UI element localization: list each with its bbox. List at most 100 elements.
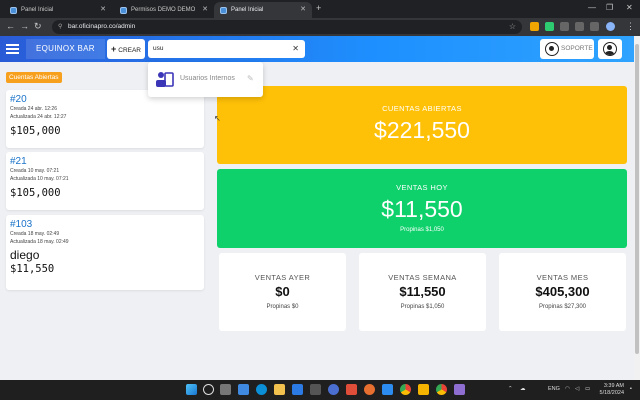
language-indicator[interactable]: ENG: [548, 386, 560, 392]
account-updated: Actualizada 24 abr. 12:27: [10, 114, 67, 120]
browser-tab-bar: Panel Inicial ✕ Permisos DEMO DEMO ✕ Pan…: [0, 0, 640, 18]
cloud-icon[interactable]: ☁: [520, 386, 526, 392]
extension-icon[interactable]: [560, 22, 569, 31]
widgets-icon[interactable]: [238, 384, 249, 395]
system-clock[interactable]: 3:39 AM 5/18/2024: [594, 383, 624, 397]
tab-label: Permisos DEMO DEMO: [131, 7, 196, 13]
card-label: VENTAS AYER: [254, 273, 311, 282]
browser-tab-2[interactable]: Permisos DEMO DEMO ✕: [114, 2, 214, 18]
url-field[interactable]: ⚲ bar.oficinapro.co/admin ☆: [52, 20, 522, 34]
browser-tab-3[interactable]: Panel Inicial ✕: [214, 2, 312, 18]
site-info-icon[interactable]: ⚲: [58, 20, 62, 34]
url-text: bar.oficinapro.co/admin: [68, 23, 136, 30]
whatsapp-icon: [545, 42, 559, 56]
page-scrollbar[interactable]: [634, 36, 640, 380]
os-taskbar: ⌃ ☁ ENG ◠ ◁ ▭ 3:39 AM 5/18/2024 ▪: [0, 380, 640, 400]
card-value: $11,550: [381, 196, 463, 222]
favicon-icon: [220, 6, 227, 14]
hamburger-menu-icon[interactable]: [6, 44, 19, 54]
window-close-icon[interactable]: ✕: [626, 3, 633, 12]
profile-icon[interactable]: [606, 22, 615, 31]
battery-icon[interactable]: ▭: [585, 386, 590, 392]
card-label: VENTAS SEMANA: [388, 273, 457, 282]
extension-icon[interactable]: [530, 22, 539, 31]
account-number[interactable]: #21: [10, 156, 200, 167]
app-icon[interactable]: [454, 384, 465, 395]
extension-v-icon[interactable]: [545, 22, 554, 31]
volume-icon[interactable]: ◁: [575, 386, 579, 392]
close-tab-icon[interactable]: ✕: [202, 5, 208, 13]
plus-icon: +: [110, 44, 117, 54]
card-label: VENTAS MES: [536, 273, 589, 282]
account-card[interactable]: #20 Creada 24 abr. 12:26 Actualizada 24 …: [6, 90, 204, 148]
open-accounts-badge: Cuentas Abiertas: [6, 72, 62, 83]
maximize-icon[interactable]: ❐: [606, 3, 613, 12]
address-bar-row: ← → ↻ ⚲ bar.oficinapro.co/admin ☆ ⋮: [0, 18, 640, 36]
user-account-button[interactable]: [598, 39, 622, 59]
brand-title[interactable]: EQUINOX BAR: [26, 39, 105, 59]
card-tips: Propinas $0: [266, 304, 299, 310]
store-icon[interactable]: [292, 384, 303, 395]
account-updated: Actualizada 18 may. 02:49: [10, 239, 69, 245]
task-view-icon[interactable]: [220, 384, 231, 395]
app-icon[interactable]: [328, 384, 339, 395]
scrollbar-thumb[interactable]: [635, 44, 639, 354]
browser-tab-1[interactable]: Panel Inicial ✕: [4, 2, 112, 18]
back-icon[interactable]: ←: [6, 21, 15, 31]
app-icon[interactable]: [418, 384, 429, 395]
minimize-icon[interactable]: —: [588, 3, 596, 12]
account-amount: $105,000: [10, 125, 61, 137]
tab-label: Panel Inicial: [21, 7, 54, 13]
forward-icon[interactable]: →: [20, 21, 29, 31]
favicon-icon: [120, 6, 127, 14]
clear-search-icon[interactable]: ✕: [292, 40, 299, 58]
card-tips: Propinas $1,050: [400, 227, 444, 233]
app-header: EQUINOX BAR + CREAR usu ✕ SOPORTE: [0, 36, 634, 62]
browser-menu-icon[interactable]: ⋮: [626, 21, 635, 32]
new-tab-icon[interactable]: +: [316, 3, 321, 13]
create-button[interactable]: + CREAR: [107, 39, 145, 59]
search-result-internal-users[interactable]: Usuarios Internos: [180, 75, 235, 82]
bookmark-star-icon[interactable]: ☆: [509, 20, 516, 34]
mouse-cursor-icon: ↖: [214, 114, 221, 123]
open-external-icon[interactable]: ✎: [247, 74, 254, 83]
tray-chevron-icon[interactable]: ⌃: [508, 386, 513, 392]
firefox-icon[interactable]: [364, 384, 375, 395]
card-tips: Propinas $1,050: [400, 304, 445, 310]
reload-icon[interactable]: ↻: [34, 21, 42, 32]
open-accounts-total-card: CUENTAS ABIERTAS $221,550: [217, 86, 627, 164]
clock-time: 3:39 AM: [603, 383, 624, 389]
app-icon[interactable]: [310, 384, 321, 395]
support-button[interactable]: SOPORTE: [540, 39, 594, 59]
file-explorer-icon[interactable]: [274, 384, 285, 395]
account-card[interactable]: #21 Creada 10 may. 07:21 Actualizada 10 …: [6, 152, 204, 210]
notifications-icon[interactable]: ▪: [630, 386, 632, 392]
close-tab-icon[interactable]: ✕: [100, 5, 106, 13]
card-value: $0: [275, 284, 290, 299]
extensions-puzzle-icon[interactable]: [575, 22, 584, 31]
sidebar-icon[interactable]: [590, 22, 599, 31]
account-created: Creada 24 abr. 12:26: [10, 106, 57, 112]
main-content: Cuentas Abiertas #20 Creada 24 abr. 12:2…: [0, 62, 634, 380]
card-value: $221,550: [374, 117, 470, 143]
account-created: Creada 10 may. 07:21: [10, 168, 60, 174]
app-icon[interactable]: [382, 384, 393, 395]
close-tab-icon[interactable]: ✕: [300, 5, 306, 13]
wifi-icon[interactable]: ◠: [565, 386, 570, 392]
windows-start-icon[interactable]: [186, 384, 197, 395]
chrome-icon[interactable]: [400, 384, 411, 395]
account-amount: $11,550: [10, 263, 55, 275]
sales-week-card: VENTAS SEMANA $11,550 Propinas $1,050: [359, 253, 486, 331]
card-label: VENTAS HOY: [396, 183, 448, 192]
account-card[interactable]: #103 Creada 18 may. 02:49 Actualizada 18…: [6, 215, 204, 290]
search-icon[interactable]: [203, 384, 214, 395]
search-input[interactable]: usu ✕: [148, 40, 305, 58]
chrome-icon[interactable]: [436, 384, 447, 395]
card-label: CUENTAS ABIERTAS: [382, 104, 462, 113]
app-icon[interactable]: [346, 384, 357, 395]
card-value: $11,550: [399, 284, 446, 299]
edge-icon[interactable]: [256, 384, 267, 395]
account-number[interactable]: #103: [10, 219, 200, 230]
account-name: diego: [10, 248, 40, 262]
sales-month-card: VENTAS MES $405,300 Propinas $27,300: [499, 253, 626, 331]
